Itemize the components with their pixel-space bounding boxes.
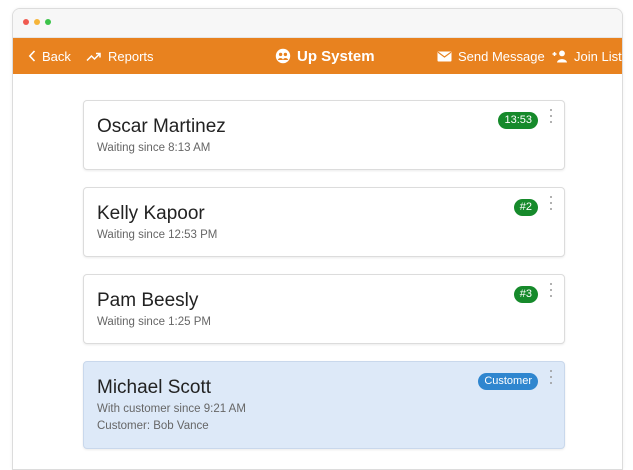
users-circle-icon bbox=[275, 48, 291, 64]
window-titlebar bbox=[13, 9, 622, 38]
person-name: Kelly Kapoor bbox=[97, 203, 205, 224]
status-text: Waiting since 12:53 PM bbox=[97, 229, 218, 241]
status-text: Waiting since 1:25 PM bbox=[97, 316, 211, 328]
status-text: With customer since 9:21 AM bbox=[97, 403, 246, 415]
person-name: Oscar Martinez bbox=[97, 116, 226, 137]
queue-card[interactable]: Kelly Kapoor Waiting since 12:53 PM #2 bbox=[83, 187, 565, 257]
more-options-icon[interactable] bbox=[548, 370, 554, 384]
minimize-window-dot[interactable] bbox=[34, 19, 40, 25]
top-nav-bar: Back Reports Up System Send Message Join… bbox=[13, 38, 622, 74]
customer-text: Customer: Bob Vance bbox=[97, 420, 209, 432]
app-title: Up System bbox=[297, 47, 375, 65]
close-window-dot[interactable] bbox=[23, 19, 29, 25]
queue-list: Oscar Martinez Waiting since 8:13 AM 13:… bbox=[13, 74, 622, 469]
join-list-label: Join List bbox=[574, 48, 622, 64]
add-user-icon bbox=[552, 50, 567, 62]
reports-button[interactable]: Reports bbox=[86, 38, 154, 74]
reports-label: Reports bbox=[108, 48, 154, 64]
envelope-icon bbox=[437, 51, 452, 61]
queue-card[interactable]: Pam Beesly Waiting since 1:25 PM #3 bbox=[83, 274, 565, 344]
queue-card-active[interactable]: Michael Scott With customer since 9:21 A… bbox=[83, 361, 565, 449]
status-text: Waiting since 8:13 AM bbox=[97, 142, 211, 154]
more-options-icon[interactable] bbox=[548, 196, 554, 210]
send-message-label: Send Message bbox=[458, 48, 545, 64]
join-list-button[interactable]: Join List bbox=[552, 38, 622, 74]
status-badge: Customer bbox=[478, 373, 538, 390]
maximize-window-dot[interactable] bbox=[45, 19, 51, 25]
send-message-button[interactable]: Send Message bbox=[437, 38, 545, 74]
position-badge: #2 bbox=[513, 199, 538, 216]
queue-card[interactable]: Oscar Martinez Waiting since 8:13 AM 13:… bbox=[83, 100, 565, 170]
more-options-icon[interactable] bbox=[548, 283, 554, 297]
app-window: Back Reports Up System Send Message Join… bbox=[12, 8, 623, 470]
chevron-left-icon bbox=[28, 50, 36, 62]
trending-up-icon bbox=[86, 52, 101, 61]
timer-badge: 13:53 bbox=[498, 112, 538, 129]
person-name: Michael Scott bbox=[97, 377, 212, 398]
position-badge: #3 bbox=[513, 286, 538, 303]
person-name: Pam Beesly bbox=[97, 290, 199, 311]
more-options-icon[interactable] bbox=[548, 109, 554, 123]
back-label: Back bbox=[42, 48, 71, 64]
back-button[interactable]: Back bbox=[28, 38, 71, 74]
page-title: Up System bbox=[275, 38, 375, 74]
